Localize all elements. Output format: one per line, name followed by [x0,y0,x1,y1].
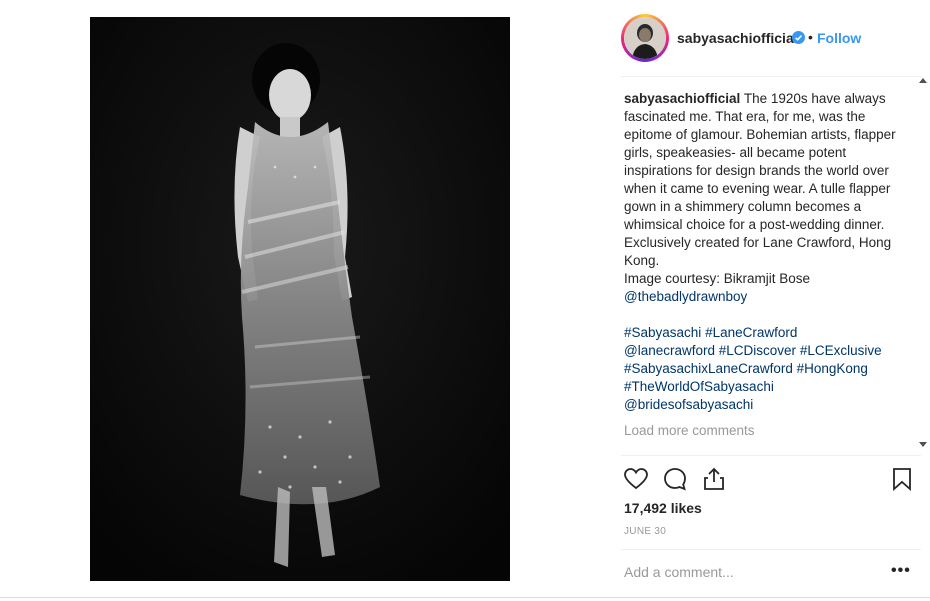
mention-link[interactable]: @bridesofsabyasachi [624,397,753,412]
follow-button[interactable]: Follow [817,30,861,46]
post-image[interactable] [90,17,510,581]
post-sidebar: sabyasachiofficial • Follow sabyasachiof… [611,0,930,601]
avatar-image [624,17,666,59]
post-header: sabyasachiofficial • Follow [611,12,921,62]
mention-link[interactable]: @thebadlydrawnboy [624,289,747,304]
divider [621,455,921,456]
add-comment-input[interactable] [624,562,874,582]
heart-icon [624,468,648,490]
hashtag-link[interactable]: #HongKong [797,361,868,376]
like-button[interactable] [623,466,649,492]
caption-text: The 1920s have always fascinated me. Tha… [624,91,896,232]
more-options-button[interactable]: ••• [891,562,911,580]
post-username[interactable]: sabyasachiofficial [677,30,798,46]
comments-section: sabyasachiofficial The 1920s have always… [624,90,916,457]
verified-badge-icon [792,31,805,44]
hashtag-link[interactable]: #LCExclusive [800,343,882,358]
page-bottom-border [0,597,930,598]
share-icon [704,467,724,490]
comment-button[interactable] [662,466,688,492]
comments-scrollbar[interactable] [919,76,929,453]
divider [621,76,921,77]
post-date[interactable]: JUNE 30 [624,526,666,537]
save-button[interactable] [889,466,915,492]
follow-separator: • [808,29,813,45]
share-button[interactable] [701,466,727,492]
caption-line-exclusive: Exclusively created for Lane Crawford, H… [624,235,892,268]
mention-link[interactable]: @lanecrawford [624,343,715,358]
hashtag-link[interactable]: #LCDiscover [719,343,796,358]
hashtag-link[interactable]: #TheWorldOfSabyasachi [624,379,774,394]
divider [621,549,921,550]
comment-icon [664,468,686,491]
avatar[interactable] [621,14,669,62]
hashtag-link[interactable]: #SabyasachixLaneCrawford [624,361,793,376]
load-more-comments-button[interactable]: Load more comments [624,422,916,440]
caption-username[interactable]: sabyasachiofficial [624,91,740,106]
caption: sabyasachiofficial The 1920s have always… [624,90,916,414]
avatar-portrait-icon [624,17,666,59]
hashtag-link[interactable]: #Sabyasachi [624,325,701,340]
bookmark-icon [893,468,911,491]
caption-line-credit: Image courtesy: Bikramjit Bose [624,271,811,286]
scroll-down-arrow-icon[interactable] [919,442,927,447]
scroll-up-arrow-icon[interactable] [919,78,927,83]
likes-count[interactable]: 17,492 likes [624,500,702,516]
hashtag-link[interactable]: #LaneCrawford [705,325,797,340]
post-photo-illustration [90,17,510,581]
